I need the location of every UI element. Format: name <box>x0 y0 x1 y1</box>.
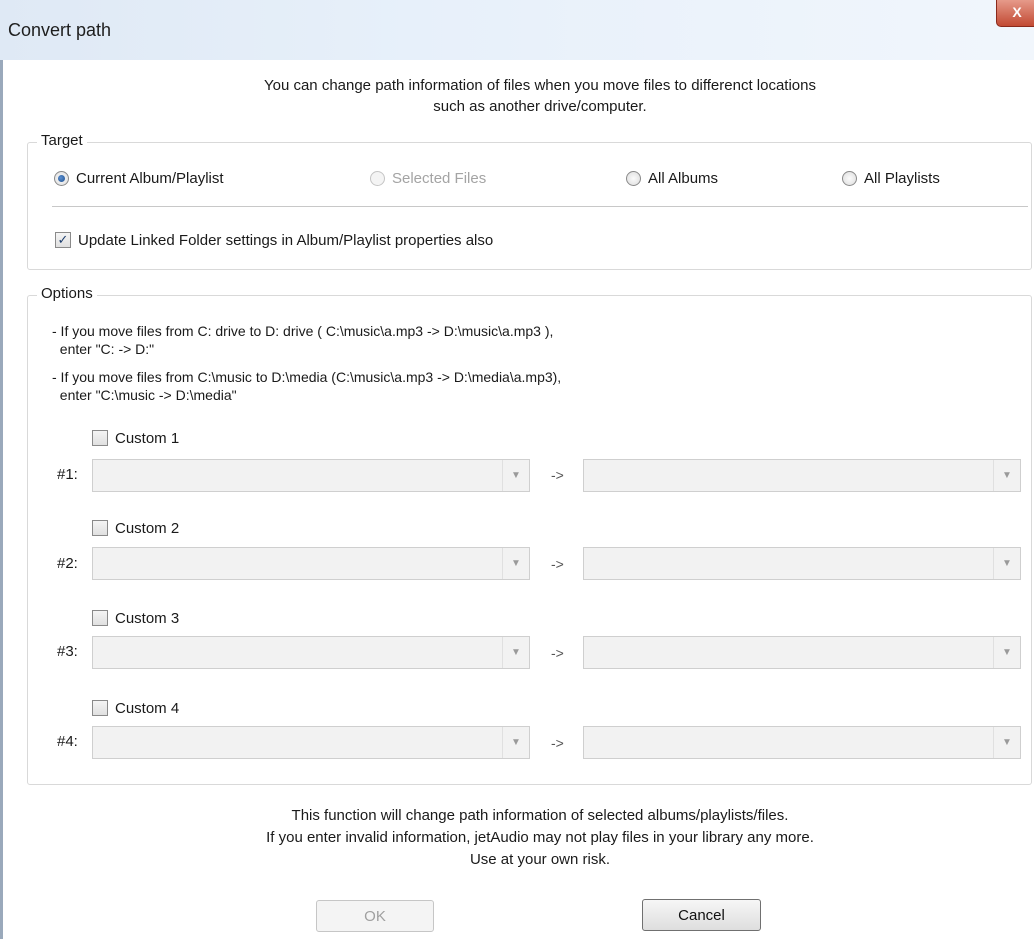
radio-button-icon <box>842 170 857 186</box>
intro-line-2: such as another drive/computer. <box>433 98 647 115</box>
options-help-line-4: enter "C:\music -> D:\media" <box>52 387 237 403</box>
radio-button-icon <box>626 170 641 186</box>
warning-line-2: If you enter invalid information, jetAud… <box>266 829 814 846</box>
radio-label: Selected Files <box>392 169 487 187</box>
custom-3-to-combobox[interactable]: ▼ <box>583 636 1021 669</box>
options-group-title: Options <box>37 285 97 302</box>
radio-current-album-playlist[interactable]: Current Album/Playlist <box>54 168 224 188</box>
target-separator <box>52 206 1028 207</box>
update-linked-folder-checkbox[interactable]: ✓ Update Linked Folder settings in Album… <box>55 230 493 250</box>
row-label-1: #1: <box>57 466 78 483</box>
custom-4-from-combobox[interactable]: ▼ <box>92 726 530 759</box>
custom-3-from-combobox[interactable]: ▼ <box>92 636 530 669</box>
checkbox-box <box>92 430 108 446</box>
cancel-button[interactable]: Cancel <box>642 899 761 931</box>
custom-1-to-combobox[interactable]: ▼ <box>583 459 1021 492</box>
radio-label: Current Album/Playlist <box>76 169 224 187</box>
checkbox-label: Custom 1 <box>115 429 180 447</box>
custom-4-checkbox[interactable]: Custom 4 <box>92 698 179 718</box>
intro-line-1: You can change path information of files… <box>263 77 816 94</box>
radio-button-icon <box>54 170 69 186</box>
ok-button[interactable]: OK <box>316 900 434 932</box>
chevron-down-icon[interactable]: ▼ <box>993 727 1020 758</box>
checkbox-box <box>92 610 108 626</box>
radio-selected-files: Selected Files <box>370 168 486 188</box>
checkbox-label: Custom 3 <box>115 609 180 627</box>
options-help-line-3: - If you move files from C:\music to D:\… <box>52 369 562 385</box>
custom-1-from-combobox[interactable]: ▼ <box>92 459 530 492</box>
custom-2-checkbox[interactable]: Custom 2 <box>92 518 179 538</box>
chevron-down-icon[interactable]: ▼ <box>502 548 529 579</box>
chevron-down-icon[interactable]: ▼ <box>993 460 1020 491</box>
chevron-down-icon[interactable]: ▼ <box>502 637 529 668</box>
checkbox-label: Update Linked Folder settings in Album/P… <box>78 231 494 249</box>
radio-label: All Albums <box>648 169 719 187</box>
target-group-title: Target <box>37 132 87 149</box>
radio-label: All Playlists <box>864 169 940 187</box>
custom-4-to-combobox[interactable]: ▼ <box>583 726 1021 759</box>
checkbox-label: Custom 2 <box>115 519 180 537</box>
warning-line-1: This function will change path informati… <box>291 807 789 824</box>
options-help-line-2: enter "C: -> D:" <box>52 341 155 357</box>
chevron-down-icon[interactable]: ▼ <box>502 727 529 758</box>
title-bar: Convert path X <box>0 0 1034 61</box>
arrow-separator: -> <box>551 467 564 483</box>
arrow-separator: -> <box>551 735 564 751</box>
custom-2-to-combobox[interactable]: ▼ <box>583 547 1021 580</box>
arrow-separator: -> <box>551 556 564 572</box>
checkbox-box <box>92 520 108 536</box>
checkbox-label: Custom 4 <box>115 699 180 717</box>
options-help-line-1: - If you move files from C: drive to D: … <box>52 323 554 339</box>
chevron-down-icon[interactable]: ▼ <box>993 548 1020 579</box>
chevron-down-icon[interactable]: ▼ <box>502 460 529 491</box>
row-label-3: #3: <box>57 643 78 660</box>
row-label-4: #4: <box>57 733 78 750</box>
row-label-2: #2: <box>57 555 78 572</box>
checkbox-box <box>92 700 108 716</box>
custom-2-from-combobox[interactable]: ▼ <box>92 547 530 580</box>
warning-text: This function will change path informati… <box>0 805 1034 871</box>
intro-text: You can change path information of files… <box>0 75 1034 117</box>
custom-3-checkbox[interactable]: Custom 3 <box>92 608 179 628</box>
chevron-down-icon[interactable]: ▼ <box>993 637 1020 668</box>
arrow-separator: -> <box>551 645 564 661</box>
radio-all-playlists[interactable]: All Playlists <box>842 168 940 188</box>
radio-all-albums[interactable]: All Albums <box>626 168 718 188</box>
window-title: Convert path <box>8 20 112 40</box>
custom-1-checkbox[interactable]: Custom 1 <box>92 428 179 448</box>
checkmark-icon: ✓ <box>55 232 71 248</box>
close-button[interactable]: X <box>996 0 1034 27</box>
radio-button-icon <box>370 170 385 186</box>
warning-line-3: Use at your own risk. <box>469 851 611 868</box>
